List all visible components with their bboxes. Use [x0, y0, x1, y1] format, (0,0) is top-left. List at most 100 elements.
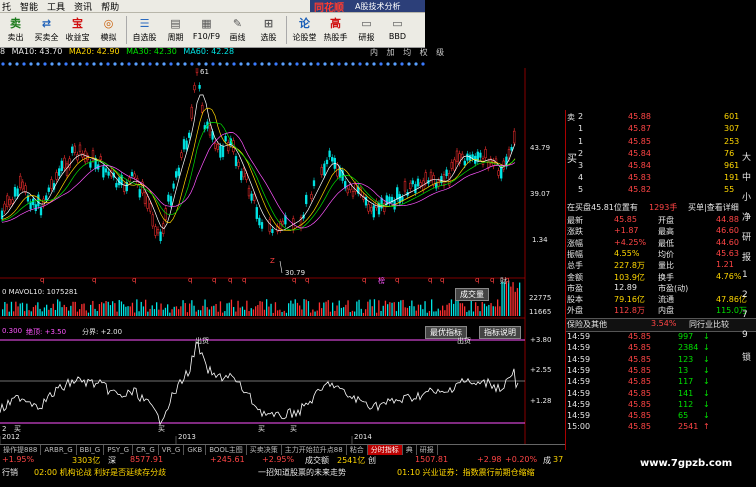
volume-bar	[112, 301, 114, 316]
side-tab-char[interactable]: 中	[742, 170, 751, 183]
event-marker[interactable]: q	[362, 276, 366, 284]
volume-bar	[164, 307, 167, 316]
indicator-tab[interactable]: GKB	[184, 445, 207, 455]
chart-option-icons[interactable]: 内 加 均 权 级	[370, 47, 447, 58]
event-marker[interactable]: q	[188, 276, 192, 284]
menu-item-smart[interactable]: 智能	[20, 0, 38, 13]
toolbar-label: 周期	[167, 33, 184, 42]
quote-value: +1.87	[614, 226, 639, 236]
volume-bar	[6, 303, 8, 316]
side-tab-char[interactable]: 小	[742, 190, 751, 203]
volume-bar	[411, 300, 413, 316]
indicator-help-button[interactable]: 指标说明	[479, 326, 521, 339]
toolbar-button-11[interactable]: ▭ 研报	[351, 13, 382, 47]
indicator-tab[interactable]: VR_G	[159, 445, 185, 455]
toolbar-button-6[interactable]: ▦ F10/F9	[191, 13, 222, 47]
toolbar-button-4[interactable]: ☰ 自选股	[129, 13, 160, 47]
event-marker[interactable]: q	[395, 276, 399, 284]
toolbar-button-9[interactable]: 论论股堂	[289, 13, 320, 47]
event-marker[interactable]: q	[92, 276, 96, 284]
menu-item-tools[interactable]: 工具	[47, 0, 65, 13]
event-marker[interactable]: q	[475, 276, 479, 284]
indicator-tab[interactable]: 粘合	[347, 445, 368, 455]
event-marker[interactable]: q	[440, 276, 444, 284]
signal-dot	[253, 62, 257, 66]
volume-bar	[292, 303, 294, 316]
volume-bar	[125, 306, 127, 316]
candle-body	[312, 180, 316, 187]
indicator-tab[interactable]: PSY_G	[104, 445, 134, 455]
indicator-tab[interactable]: ARBR_G	[41, 445, 77, 455]
indicator-tab[interactable]: 分时指标	[367, 445, 403, 455]
toolbar-label: 买卖全	[34, 33, 59, 42]
quote-value: 45.63	[716, 248, 739, 258]
order-detail-link[interactable]: 买单|查看详细	[688, 202, 739, 213]
event-marker[interactable]: q	[132, 276, 136, 284]
candle-body	[414, 184, 417, 194]
volume-bar	[508, 280, 510, 316]
event-marker[interactable]: q	[40, 276, 44, 284]
side-tab-char[interactable]: 大	[742, 150, 751, 163]
kline-chart-svg[interactable]	[0, 63, 565, 448]
event-marker[interactable]: q	[490, 276, 494, 284]
toolbar-button-10[interactable]: 高热股手	[320, 13, 351, 47]
indicator-tab[interactable]: 买卖决策	[247, 445, 282, 455]
ticker-news-2[interactable]: 一招知道股票的未来走势	[258, 467, 346, 478]
indicator-tab[interactable]: 主力开始拉升点88	[282, 445, 347, 455]
menu-item-help[interactable]: 帮助	[101, 0, 119, 13]
side-tab-char[interactable]: 报	[742, 250, 751, 263]
peer-compare-tab[interactable]: 同行业比较	[689, 319, 729, 330]
trade-price: 45.85	[628, 332, 651, 341]
indicator-tab[interactable]: CR_G	[133, 445, 159, 455]
side-tab-char[interactable]: 研	[742, 230, 751, 243]
toolbar-button-3[interactable]: ◎ 模拟	[93, 13, 124, 47]
menu-item-news[interactable]: 资讯	[74, 0, 92, 13]
event-marker[interactable]: q	[292, 276, 296, 284]
event-marker[interactable]: q	[428, 276, 432, 284]
side-tab-char[interactable]: 9	[742, 330, 748, 340]
ticker-news-1[interactable]: 02:00 机构论战 利好是否延续存分歧	[34, 467, 166, 478]
event-marker[interactable]: q	[212, 276, 216, 284]
toolbar-button-7[interactable]: ✎ 画线	[222, 13, 253, 47]
signal-dot	[379, 62, 383, 66]
event-marker[interactable]: q	[305, 276, 309, 284]
ticker-news-3[interactable]: 01:10 兴业证券：指数震行前期仓缩缩	[397, 467, 535, 478]
volume-bar	[92, 300, 94, 316]
side-tab-char[interactable]: 7	[742, 310, 748, 320]
volume-bar	[94, 308, 96, 316]
volume-indicator-button[interactable]: 成交量	[455, 288, 489, 301]
side-tab-char[interactable]: 净	[742, 210, 751, 223]
kline-chart-area[interactable]: 61 43.79 39.07 1.34 30.79 0 MAVOL10: 107…	[0, 63, 565, 448]
trade-price: 45.85	[628, 343, 651, 353]
indicator-tab[interactable]: BBI_G	[77, 445, 105, 455]
toolbar-button-1[interactable]: ⇄ 买卖全	[31, 13, 62, 47]
side-tab-char[interactable]: 2	[742, 290, 748, 300]
toolbar-button-8[interactable]: ⊞ 选股	[253, 13, 284, 47]
event-marker[interactable]: 榜	[378, 276, 385, 286]
event-marker[interactable]: q	[228, 276, 232, 284]
event-marker[interactable]: 財	[500, 276, 507, 286]
side-tab-char[interactable]: 1	[742, 270, 748, 280]
quote-row: 最新 45.85 开盘 44.88	[566, 215, 756, 226]
event-marker[interactable]: q	[242, 276, 246, 284]
sell-row: 2 45.88 601	[566, 112, 756, 124]
volume-bar	[321, 308, 323, 316]
indicator-tab[interactable]: BOOL主图	[206, 445, 247, 455]
signal-dot	[260, 62, 264, 66]
toolbar-button-0[interactable]: 卖卖出	[0, 13, 31, 47]
toolbar-icon: ▦	[201, 16, 212, 30]
industry-tab[interactable]: 保险及其他	[567, 319, 607, 330]
volume-bar	[433, 311, 435, 316]
indicator-tab[interactable]: 操作提888	[0, 445, 42, 455]
signal-dot	[99, 62, 103, 66]
toolbar-button-12[interactable]: ▭ BBD	[382, 13, 413, 47]
side-tab-char[interactable]: 锁	[742, 350, 751, 363]
candle-body	[151, 214, 154, 227]
toolbar-button-2[interactable]: 宝收益宝	[62, 13, 93, 47]
indicator-tab[interactable]: 典	[403, 445, 417, 455]
toolbar-icon: ✎	[232, 16, 243, 30]
toolbar-button-5[interactable]: ▤ 周期	[160, 13, 191, 47]
event-marker[interactable]: Z	[270, 257, 275, 265]
menu-item-trade[interactable]: 托	[2, 0, 11, 13]
indicator-tab[interactable]: 研报	[417, 445, 438, 455]
